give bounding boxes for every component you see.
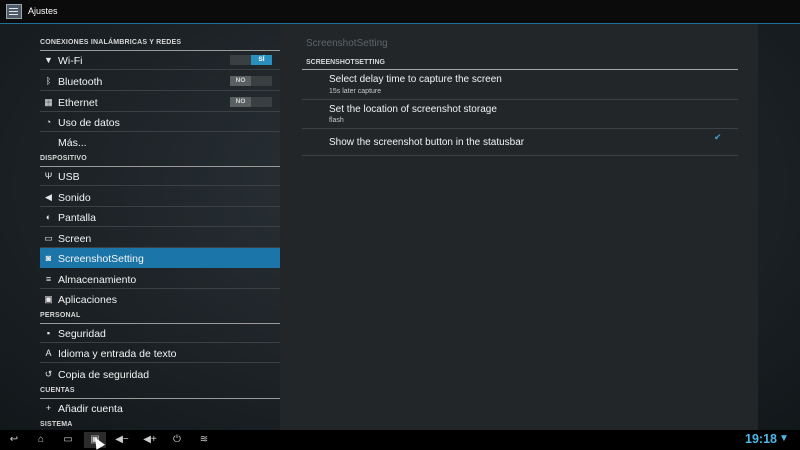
sidebar-item-label: Seguridad [58, 328, 106, 340]
section-header-system: SISTEMA [40, 421, 280, 433]
action-bar: Ajustes [0, 0, 800, 24]
volume-down-icon[interactable]: ◀− [111, 432, 133, 448]
page-title: ScreenshotSetting [306, 38, 388, 49]
volume-up-icon[interactable]: ◀+ [139, 432, 161, 448]
status-clock: 19:18 [745, 432, 777, 446]
screenshot-icon: ◙ [45, 253, 52, 263]
sidebar-item-usb[interactable]: Ψ USB [40, 166, 280, 186]
add-icon: + [45, 403, 52, 413]
sidebar-item-more[interactable]: Más... [40, 132, 280, 152]
sidebar-item-language[interactable]: A Idioma y entrada de texto [40, 343, 280, 363]
sound-icon: ◀ [45, 192, 52, 202]
pref-storage-location[interactable]: Set the location of screenshot storage f… [302, 100, 738, 129]
sidebar-item-label: Aplicaciones [58, 294, 117, 306]
ethernet-icon: ▦ [44, 97, 53, 107]
wifi-status-icon: ▼ [779, 433, 789, 444]
sidebar-item-security[interactable]: ▪ Seguridad [40, 323, 280, 343]
wifi-toggle[interactable]: SÍ [230, 55, 272, 65]
sidebar-item-wifi[interactable]: ▼ Wi-Fi SÍ [40, 50, 280, 70]
section-header-device: DISPOSITIVO [40, 155, 280, 167]
toggle-label: NO [230, 97, 251, 107]
screen-icon: ▭ [44, 233, 53, 243]
detail-pane: ScreenshotSetting SCREENSHOTSETTING Sele… [280, 24, 758, 430]
sidebar-item-bluetooth[interactable]: ᛒ Bluetooth NO [40, 71, 280, 91]
sidebar-item-sound[interactable]: ◀ Sonido [40, 187, 280, 207]
apps-icon: ▣ [44, 294, 53, 304]
toggle-label: NO [230, 76, 251, 86]
sidebar-item-backup[interactable]: ↺ Copia de seguridad [40, 364, 280, 384]
pref-title: Show the screenshot button in the status… [329, 137, 525, 148]
sidebar-item-label: Screen [58, 233, 92, 245]
section-header-accounts: CUENTAS [40, 387, 280, 399]
sidebar-item-data-usage[interactable]: ◔ Uso de datos [40, 112, 280, 132]
back-icon[interactable]: ↩ [3, 432, 25, 448]
sidebar-item-label: Añadir cuenta [58, 403, 123, 415]
sidebar-item-screenshotsetting[interactable]: ◙ ScreenshotSetting [40, 248, 280, 268]
sidebar-item-label: Más... [58, 137, 87, 149]
pref-capture-delay[interactable]: Select delay time to capture the screen … [302, 70, 738, 100]
power-icon[interactable]: ⏻ [166, 432, 188, 448]
bluetooth-toggle[interactable]: NO [230, 76, 272, 86]
sidebar-item-label: Copia de seguridad [58, 369, 150, 381]
settings-app-icon[interactable] [6, 4, 22, 19]
sidebar-item-label: Pantalla [58, 212, 96, 224]
sidebar-item-label: Bluetooth [58, 76, 103, 88]
recents-icon[interactable]: ▭ [57, 432, 79, 448]
display-icon: ◐ [45, 212, 52, 222]
pane-section-header: SCREENSHOTSETTING [306, 59, 385, 66]
sidebar-item-add-account[interactable]: + Añadir cuenta [40, 398, 280, 418]
bluetooth-icon: ᛒ [45, 76, 52, 86]
sidebar-item-screen[interactable]: ▭ Screen [40, 228, 280, 248]
usb-icon: Ψ [44, 171, 53, 181]
sidebar-item-label: USB [58, 171, 80, 183]
section-header-personal: PERSONAL [40, 312, 280, 324]
checkbox-checked-icon[interactable]: ✔ [714, 132, 722, 143]
data-usage-icon: ◔ [45, 117, 52, 127]
sidebar-item-label: Ethernet [58, 97, 98, 109]
pref-summary: flash [329, 117, 344, 124]
ethernet-toggle[interactable]: NO [230, 97, 272, 107]
section-header-wireless: CONEXIONES INALÁMBRICAS Y REDES [40, 39, 280, 51]
app-title: Ajustes [28, 6, 58, 16]
sidebar-item-display[interactable]: ◐ Pantalla [40, 207, 280, 227]
content-area: CONEXIONES INALÁMBRICAS Y REDES ▼ Wi-Fi … [0, 24, 800, 433]
settings-sidebar: CONEXIONES INALÁMBRICAS Y REDES ▼ Wi-Fi … [40, 24, 280, 433]
wifi-icon: ▼ [44, 55, 53, 65]
sidebar-item-label: Idioma y entrada de texto [58, 348, 177, 360]
pref-title: Select delay time to capture the screen [329, 74, 502, 85]
sidebar-item-apps[interactable]: ▣ Aplicaciones [40, 289, 280, 309]
pref-title: Set the location of screenshot storage [329, 104, 497, 115]
lock-icon: ▪ [46, 328, 51, 338]
storage-icon: ≡ [45, 274, 52, 284]
toggle-label: SÍ [251, 55, 272, 65]
sidebar-item-label: Sonido [58, 192, 91, 204]
sidebar-item-label: ScreenshotSetting [58, 253, 144, 265]
sidebar-item-ethernet[interactable]: ▦ Ethernet NO [40, 92, 280, 112]
sidebar-item-label: Almacenamiento [58, 274, 137, 286]
pref-summary: 15s later capture [329, 88, 382, 95]
system-nav-bar: ↩ ⌂ ▭ ▣ ◀− ◀+ ⏻ ≋ 19:18 ▼ [0, 430, 800, 450]
language-icon: A [45, 348, 52, 358]
pref-show-button[interactable]: Show the screenshot button in the status… [302, 129, 738, 156]
sidebar-item-storage[interactable]: ≡ Almacenamiento [40, 269, 280, 289]
menu-collapse-icon[interactable]: ≋ [193, 432, 215, 448]
sidebar-item-label: Wi-Fi [58, 55, 83, 67]
sidebar-item-label: Uso de datos [58, 117, 120, 129]
home-icon[interactable]: ⌂ [30, 432, 52, 448]
backup-icon: ↺ [44, 369, 53, 379]
